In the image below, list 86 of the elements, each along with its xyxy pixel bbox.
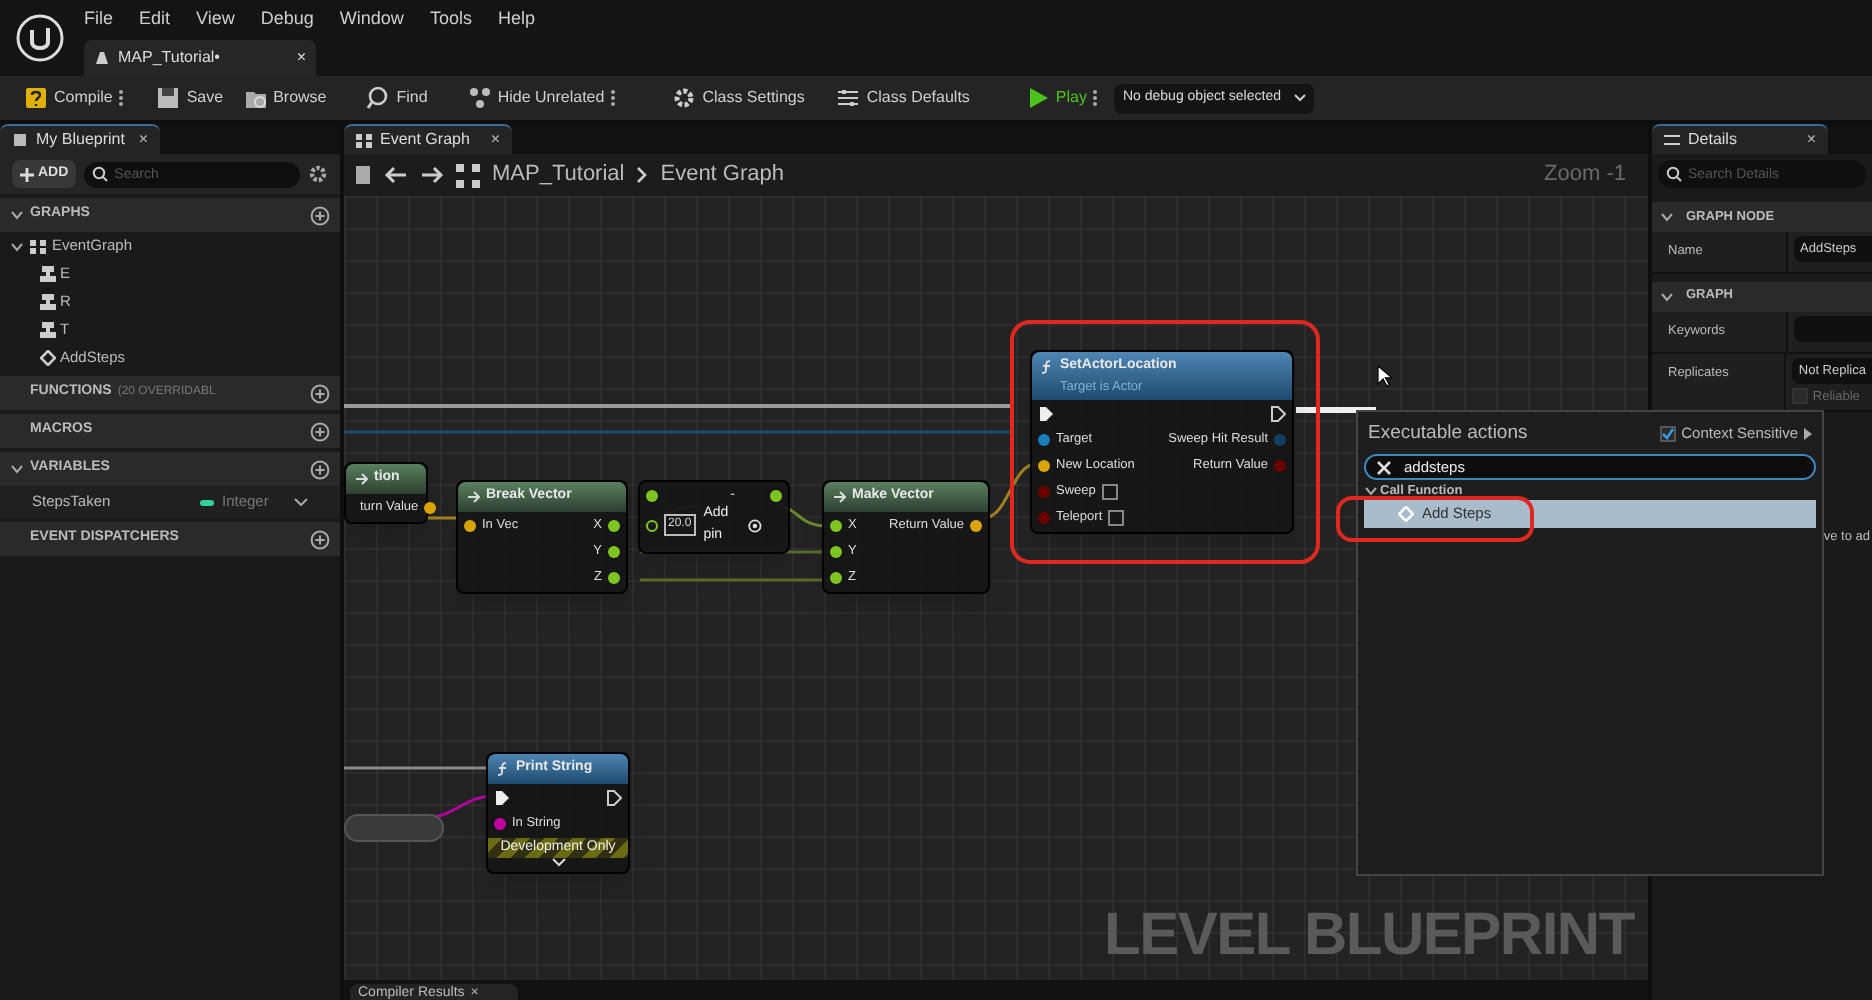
chevron-down-icon[interactable] xyxy=(1660,210,1674,224)
toolbar-button[interactable]: Browse xyxy=(239,80,331,116)
diamond-icon xyxy=(1398,506,1414,522)
breadcrumb-item[interactable]: MAP_Tutorial xyxy=(492,158,625,192)
search-icon xyxy=(1666,166,1682,182)
event-icon xyxy=(40,266,56,282)
menu-item[interactable]: Tools xyxy=(429,6,472,34)
plus-icon xyxy=(20,167,34,181)
chevron-down-icon[interactable] xyxy=(1364,484,1378,498)
chevron-down-icon[interactable] xyxy=(294,498,308,506)
chevron-down-icon[interactable] xyxy=(1660,289,1674,304)
play-icon xyxy=(1025,86,1050,110)
panel-tab[interactable]: Details × xyxy=(1652,124,1828,154)
checkbox[interactable] xyxy=(1659,426,1676,442)
menu-item[interactable]: Window xyxy=(339,6,404,34)
menu-item[interactable]: Edit xyxy=(139,6,171,34)
book-icon xyxy=(12,132,28,148)
checkbox[interactable] xyxy=(1108,510,1125,527)
check-icon xyxy=(1661,428,1674,440)
close-icon[interactable]: × xyxy=(490,128,500,152)
toolbar-button[interactable]: Class Settings xyxy=(668,80,809,116)
exec-pin-icon[interactable] xyxy=(606,789,622,805)
folder-icon xyxy=(243,86,268,110)
arrow-icon xyxy=(832,489,846,504)
graph-icon xyxy=(356,132,372,148)
chevron-down-icon[interactable] xyxy=(10,208,24,222)
wire xyxy=(1296,406,1376,414)
menu-item[interactable]: Help xyxy=(497,6,535,34)
add-icon[interactable] xyxy=(310,421,330,441)
exec-pin-icon[interactable] xyxy=(1038,406,1054,423)
cursor-icon xyxy=(1376,364,1392,388)
back-arrow-icon[interactable] xyxy=(384,166,408,184)
menu-item[interactable]: File xyxy=(84,6,114,34)
panel-tab[interactable]: Event Graph × xyxy=(344,124,512,154)
compile-icon xyxy=(24,86,48,110)
exec-pin-icon[interactable] xyxy=(494,789,510,805)
add-icon[interactable] xyxy=(310,383,330,403)
checkbox[interactable] xyxy=(1101,484,1118,501)
engine-logo-icon[interactable] xyxy=(16,14,64,62)
bookmark-icon[interactable] xyxy=(354,166,372,184)
toolbar-button[interactable]: Compile xyxy=(20,80,129,116)
chevron-down-icon[interactable] xyxy=(10,239,24,253)
close-icon[interactable] xyxy=(1376,459,1392,475)
add-icon[interactable] xyxy=(310,205,330,225)
event-icon xyxy=(40,322,56,338)
function-icon xyxy=(496,761,510,776)
add-icon[interactable] xyxy=(310,529,330,549)
arrow-icon xyxy=(354,471,368,486)
nodes-icon xyxy=(467,86,492,110)
sliders-icon xyxy=(836,86,861,110)
chevron-down-icon[interactable] xyxy=(10,462,24,476)
panel-tab[interactable]: My Blueprint × xyxy=(0,124,160,154)
function-icon xyxy=(1040,359,1054,374)
add-icon[interactable] xyxy=(310,459,330,479)
menu-item[interactable]: Debug xyxy=(260,6,314,34)
settings-icon[interactable] xyxy=(308,164,328,184)
event-icon xyxy=(40,294,56,310)
toolbar-button[interactable]: Play xyxy=(1021,80,1103,116)
diamond-icon xyxy=(40,350,56,366)
search-icon xyxy=(366,86,391,110)
add-pin-icon xyxy=(748,517,762,533)
chevron-right-icon xyxy=(636,166,649,184)
arrow-icon xyxy=(466,489,480,504)
menu-title: Executable actions xyxy=(1368,419,1530,448)
pure-node xyxy=(344,814,444,842)
sliders-icon xyxy=(1664,132,1680,148)
search-icon xyxy=(92,166,109,182)
close-icon[interactable]: × xyxy=(296,46,306,70)
graph-icon xyxy=(30,238,46,254)
forward-arrow-icon[interactable] xyxy=(420,166,444,184)
close-icon[interactable]: × xyxy=(1806,128,1816,152)
chevron-right-icon xyxy=(1804,428,1812,440)
save-icon xyxy=(156,86,181,110)
menu-item[interactable]: View xyxy=(196,6,235,34)
close-icon[interactable]: × xyxy=(138,128,148,152)
chevron-down-icon xyxy=(1294,94,1307,102)
exec-pin-icon[interactable] xyxy=(1270,406,1286,423)
toolbar-button[interactable]: Find xyxy=(362,80,432,116)
toolbar-button[interactable]: Hide Unrelated xyxy=(463,80,621,116)
graph-icon xyxy=(456,163,480,187)
settings-icon xyxy=(672,86,697,110)
breadcrumb-item[interactable]: Event Graph xyxy=(660,158,784,192)
toolbar-button[interactable]: Save xyxy=(152,80,228,116)
document-tab[interactable]: MAP_Tutorial• × xyxy=(84,40,316,76)
zoom-level: Zoom -1 xyxy=(1544,160,1626,191)
toolbar-button[interactable]: Class Defaults xyxy=(832,80,974,116)
